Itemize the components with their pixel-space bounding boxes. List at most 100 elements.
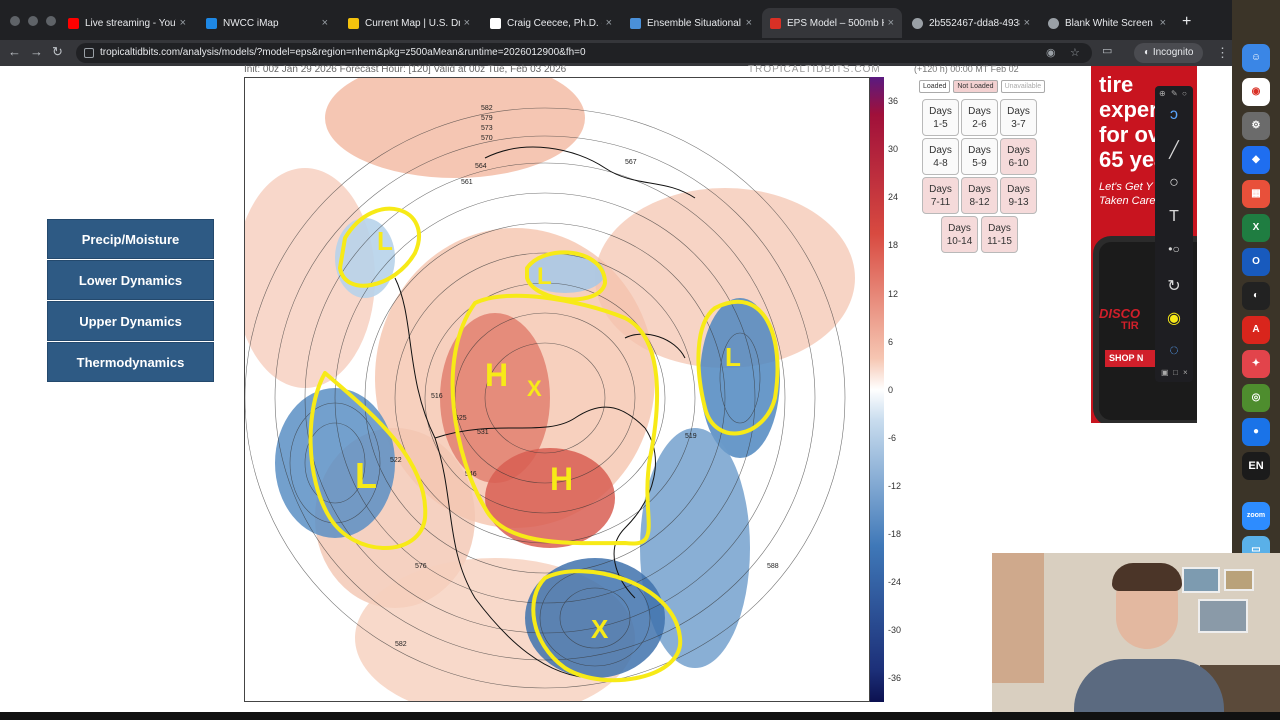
contour-label: 576 xyxy=(415,563,427,570)
close-icon[interactable]: × xyxy=(322,17,328,29)
days-button[interactable]: Days 2-6 xyxy=(961,99,998,136)
office-icon[interactable]: ▦ xyxy=(1242,180,1270,208)
close-icon[interactable]: × xyxy=(1160,17,1166,29)
color-picker-icon[interactable]: ◉ xyxy=(1155,308,1193,328)
acrobat-icon[interactable]: A xyxy=(1242,316,1270,344)
tab-eps-model[interactable]: EPS Model – 500mb Height × xyxy=(762,8,902,38)
low-marker: L xyxy=(725,342,741,372)
reload-icon[interactable]: ↻ xyxy=(52,44,63,60)
valid-time: (+120 h) 00:00 MT Feb 02 xyxy=(914,64,1019,74)
bookmark-star-icon[interactable]: ☆ xyxy=(1070,43,1080,63)
undo-icon[interactable]: ↻ xyxy=(1155,276,1193,296)
menu-precip-moisture[interactable]: Precip/Moisture xyxy=(47,219,214,259)
obs-icon[interactable]: ◐ xyxy=(1242,282,1270,310)
presenter-shirt xyxy=(1074,659,1224,720)
tab-ensemble[interactable]: Ensemble Situational Aware × xyxy=(622,8,760,38)
text-tool-icon[interactable]: T xyxy=(1155,208,1193,226)
menu-upper-dynamics[interactable]: Upper Dynamics xyxy=(47,301,214,341)
close-icon[interactable]: × xyxy=(746,17,752,29)
address-bar[interactable]: tropicaltidbits.com/analysis/models/?mod… xyxy=(76,43,1092,63)
days-button[interactable]: Days 7-11 xyxy=(922,177,959,214)
close-icon[interactable]: × xyxy=(180,17,186,29)
drought-icon xyxy=(348,17,359,29)
colorbar-tick: -6 xyxy=(888,433,897,443)
input-source-icon[interactable]: EN xyxy=(1242,452,1270,480)
ellipse-tool-icon[interactable]: ○ xyxy=(1155,174,1193,192)
sidepanel-icon[interactable]: ▭ xyxy=(1102,44,1112,57)
days-range: 8-12 xyxy=(969,197,990,208)
timer-icon[interactable]: ◌ xyxy=(1155,342,1193,360)
tab-guid[interactable]: 2b552467-dda8-4938- × xyxy=(904,8,1038,38)
days-range: 3-7 xyxy=(1011,119,1026,130)
days-button[interactable]: Days 3-7 xyxy=(1000,99,1037,136)
close-icon[interactable]: × xyxy=(888,17,894,29)
close-icon[interactable]: × xyxy=(464,17,470,29)
days-label: Days xyxy=(929,106,952,117)
pen-tool-icon[interactable]: ↄ xyxy=(1155,106,1193,124)
close-palette-icon[interactable]: × xyxy=(1183,368,1188,377)
days-range: 5-9 xyxy=(972,158,987,169)
finder-icon[interactable]: ☺ xyxy=(1242,44,1270,72)
browser-menu-icon[interactable]: ⋮ xyxy=(1216,45,1229,61)
eye-off-icon[interactable]: ◉ xyxy=(1046,43,1056,63)
model-map[interactable]: 582 579 573 570 564 561 567 525 531 546 … xyxy=(244,77,870,702)
contour-label: 531 xyxy=(477,429,489,436)
tool-pin-icon[interactable]: ✎ xyxy=(1171,89,1178,98)
forward-icon[interactable]: → xyxy=(30,44,43,59)
system-settings-icon[interactable]: ⚙ xyxy=(1242,112,1270,140)
utility-app-icon[interactable]: ◎ xyxy=(1242,384,1270,412)
photo-booth-icon[interactable]: ✦ xyxy=(1242,350,1270,378)
tab-youtube[interactable]: Live streaming - YouTube × xyxy=(60,8,194,38)
colorbar-tick: -24 xyxy=(888,577,902,587)
wall-picture xyxy=(1224,569,1254,591)
new-tab-button[interactable]: + xyxy=(1182,13,1191,31)
zoom-icon[interactable]: zoom xyxy=(1242,502,1270,530)
days-button[interactable]: Days 9-13 xyxy=(1000,177,1037,214)
stroke-width-icon[interactable]: •○ xyxy=(1155,242,1193,256)
close-icon[interactable]: × xyxy=(1024,17,1030,29)
days-button[interactable]: Days 1-5 xyxy=(922,99,959,136)
tab-label: Blank White Screen xyxy=(1065,17,1153,29)
back-icon[interactable]: ← xyxy=(8,44,21,59)
tab-drought[interactable]: Current Map | U.S. Drought × xyxy=(340,8,478,38)
ad-shop-button[interactable]: SHOP N xyxy=(1105,350,1155,367)
days-button[interactable]: Days 8-12 xyxy=(961,177,998,214)
outlook-icon[interactable]: O xyxy=(1242,248,1270,276)
menu-thermodynamics[interactable]: Thermodynamics xyxy=(47,342,214,382)
browser-toolbar: ← → ↻ tropicaltidbits.com/analysis/model… xyxy=(0,40,1232,66)
line-tool-icon[interactable]: ╱ xyxy=(1155,140,1193,160)
tool-settings-icon[interactable]: ○ xyxy=(1182,89,1187,98)
days-label: Days xyxy=(968,106,991,117)
incognito-badge[interactable]: ◐ Incognito xyxy=(1134,43,1204,63)
dropbox-icon[interactable]: ◆ xyxy=(1242,146,1270,174)
site-info-icon[interactable] xyxy=(84,48,94,58)
tropicaltidbits-icon xyxy=(770,17,781,29)
tool-move-icon[interactable]: ⊕ xyxy=(1159,89,1166,98)
tab-label: Current Map | U.S. Drought xyxy=(365,17,460,29)
square-icon[interactable]: □ xyxy=(1173,368,1178,377)
tab-nwcc[interactable]: NWCC iMap × xyxy=(198,8,336,38)
globe-icon xyxy=(912,17,923,29)
window-controls[interactable] xyxy=(10,16,56,26)
ensemble-icon xyxy=(630,17,641,29)
days-button[interactable]: Days 11-15 xyxy=(981,216,1018,253)
tab-label: Ensemble Situational Aware xyxy=(647,17,742,29)
days-label: Days xyxy=(948,223,971,234)
days-button[interactable]: Days 6-10 xyxy=(1000,138,1037,175)
days-button[interactable]: Days 5-9 xyxy=(961,138,998,175)
days-button[interactable]: Days 10-14 xyxy=(941,216,978,253)
days-label: Days xyxy=(929,184,952,195)
messages-icon[interactable]: ● xyxy=(1242,418,1270,446)
excel-icon[interactable]: X xyxy=(1242,214,1270,242)
tab-blank[interactable]: Blank White Screen × xyxy=(1040,8,1174,38)
close-icon[interactable]: × xyxy=(606,17,612,29)
chrome-icon[interactable]: ◉ xyxy=(1242,78,1270,106)
tab-x[interactable]: Craig Ceecee, Ph.D. on X × xyxy=(482,8,620,38)
colorbar-tick: 12 xyxy=(888,289,899,299)
anomaly-colorbar xyxy=(870,77,884,702)
wall-picture xyxy=(1198,599,1248,633)
days-range: 1-5 xyxy=(933,119,948,130)
menu-lower-dynamics[interactable]: Lower Dynamics xyxy=(47,260,214,300)
trash-icon[interactable]: ▣ xyxy=(1161,368,1169,377)
days-button[interactable]: Days 4-8 xyxy=(922,138,959,175)
